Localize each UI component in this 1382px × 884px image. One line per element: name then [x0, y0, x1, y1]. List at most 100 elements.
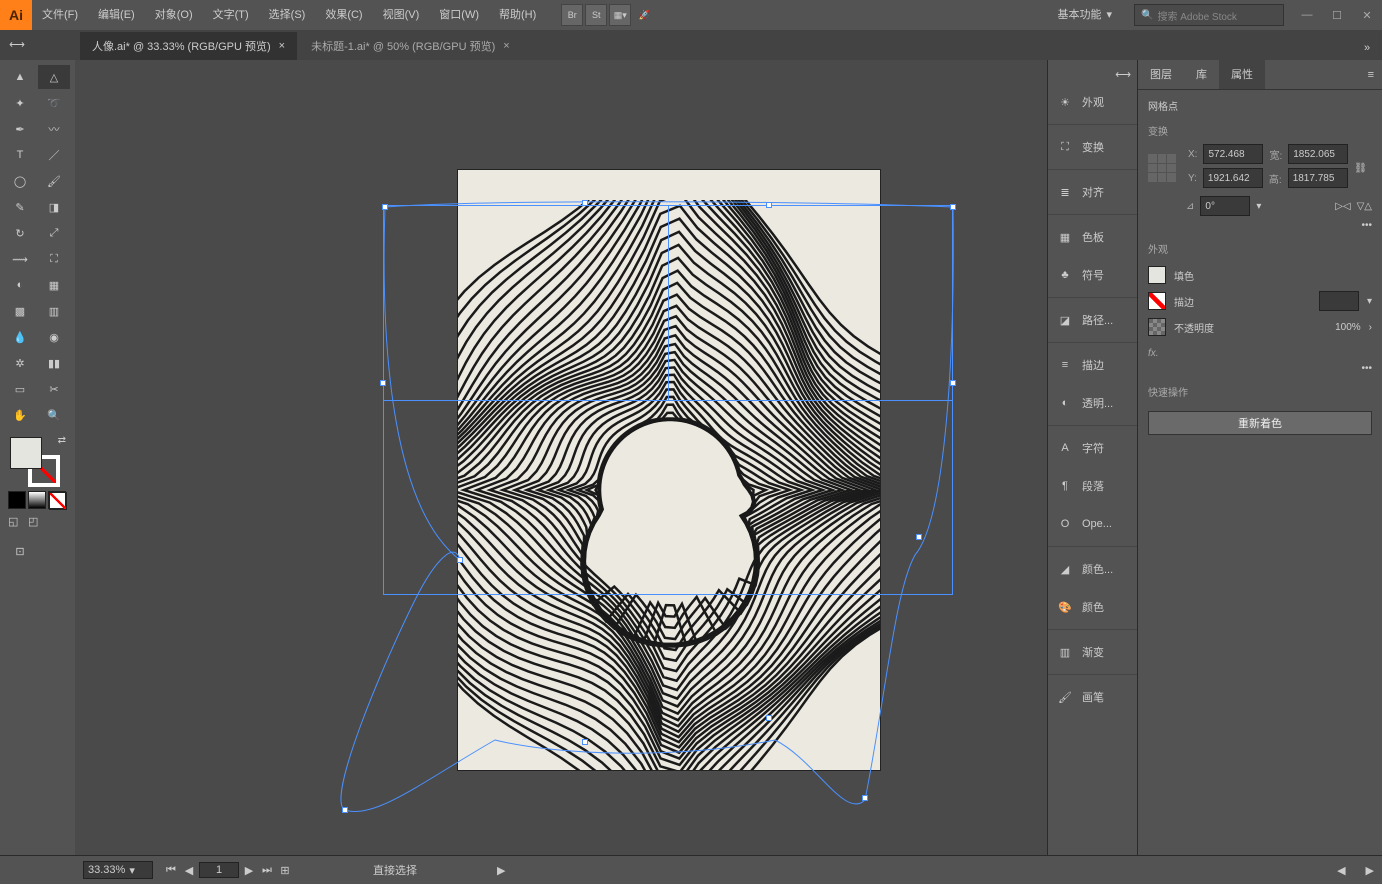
mesh-anchor[interactable]: [382, 204, 388, 210]
selection-tool[interactable]: ▲: [4, 65, 36, 89]
eraser-tool[interactable]: ◨: [38, 195, 70, 219]
workspace-switcher[interactable]: 基本功能 ▾: [1045, 3, 1124, 27]
close-button[interactable]: ✕: [1352, 4, 1382, 26]
magic-wand-tool[interactable]: ✦: [4, 91, 36, 115]
mesh-anchor[interactable]: [457, 557, 463, 563]
tab-close-icon[interactable]: ×: [503, 40, 509, 52]
mesh-anchor[interactable]: [950, 380, 956, 386]
artboard-number[interactable]: 1: [199, 862, 239, 878]
stroke-dropdown-icon[interactable]: ▾: [1367, 296, 1372, 307]
opacity-swatch[interactable]: [1148, 318, 1166, 336]
tab-libraries[interactable]: 库: [1184, 60, 1219, 89]
stroke-swatch[interactable]: [1148, 292, 1166, 310]
rotate-tool[interactable]: ↻: [4, 221, 36, 245]
link-wh-icon[interactable]: ⛓: [1354, 163, 1367, 174]
tab-overflow-icon[interactable]: »: [1352, 36, 1382, 60]
stroke-weight-input[interactable]: [1319, 291, 1359, 311]
fill-stroke-swatch[interactable]: ⇄: [10, 437, 60, 487]
menu-file[interactable]: 文件(F): [32, 0, 88, 30]
canvas[interactable]: [75, 60, 1047, 855]
artboard-nav-icon[interactable]: ⊞: [277, 862, 293, 878]
line-tool[interactable]: ／: [38, 143, 70, 167]
prev-artboard-icon[interactable]: ◀: [181, 862, 197, 878]
curvature-tool[interactable]: 〰: [38, 117, 70, 141]
dock-swatches[interactable]: ▦色板: [1048, 218, 1137, 256]
fill-swatch[interactable]: [1148, 266, 1166, 284]
slice-tool[interactable]: ✂: [38, 377, 70, 401]
draw-normal-icon[interactable]: ◱: [8, 515, 26, 533]
draw-mode-gradient[interactable]: [28, 491, 46, 509]
dock-color-guide[interactable]: ◢颜色...: [1048, 550, 1137, 588]
column-graph-tool[interactable]: ▮▮: [38, 351, 70, 375]
menu-window[interactable]: 窗口(W): [429, 0, 489, 30]
dock-align[interactable]: ≣对齐: [1048, 173, 1137, 211]
mesh-anchor[interactable]: [950, 204, 956, 210]
tab-layers[interactable]: 图层: [1138, 60, 1184, 89]
mesh-anchor[interactable]: [582, 200, 588, 206]
hand-tool[interactable]: ✋: [4, 403, 36, 427]
mesh-anchor[interactable]: [582, 739, 588, 745]
pen-tool[interactable]: ✒: [4, 117, 36, 141]
mesh-anchor[interactable]: [862, 795, 868, 801]
first-artboard-icon[interactable]: ⏮: [163, 862, 179, 878]
artboard-tool[interactable]: ▭: [4, 377, 36, 401]
document-tab-1[interactable]: 人像.ai* @ 33.33% (RGB/GPU 预览) ×: [80, 32, 297, 60]
flip-h-icon[interactable]: ▷◁: [1335, 201, 1350, 212]
shape-builder-tool[interactable]: ◐: [4, 273, 36, 297]
y-input[interactable]: [1203, 168, 1263, 188]
mesh-anchor[interactable]: [342, 807, 348, 813]
scroll-right-icon[interactable]: ▶: [1366, 864, 1374, 877]
arrange-icon[interactable]: ▦▾: [609, 4, 631, 26]
dock-opentype[interactable]: OOpe...: [1048, 505, 1137, 543]
draw-mode-none[interactable]: [48, 491, 66, 509]
dock-transform[interactable]: ⛶变换: [1048, 128, 1137, 166]
x-input[interactable]: [1203, 144, 1263, 164]
dock-pathfinder[interactable]: ◪路径...: [1048, 301, 1137, 339]
recolor-button[interactable]: 重新着色: [1148, 411, 1372, 435]
search-adobe-stock[interactable]: 🔍 搜索 Adobe Stock: [1134, 4, 1284, 26]
dock-symbols[interactable]: ♣符号: [1048, 256, 1137, 294]
zoom-tool[interactable]: 🔍: [38, 403, 70, 427]
panel-toggle-icon[interactable]: ⟷: [6, 33, 28, 55]
lasso-tool[interactable]: ➰: [38, 91, 70, 115]
dock-color[interactable]: 🎨颜色: [1048, 588, 1137, 626]
free-transform-tool[interactable]: ⛶: [38, 247, 70, 271]
mesh-anchor[interactable]: [916, 534, 922, 540]
flip-v-icon[interactable]: ▽△: [1357, 201, 1372, 212]
appearance-more-icon[interactable]: •••: [1148, 363, 1372, 374]
panel-menu-icon[interactable]: ≡: [1360, 60, 1382, 89]
perspective-tool[interactable]: ▦: [38, 273, 70, 297]
menu-help[interactable]: 帮助(H): [489, 0, 546, 30]
gpu-icon[interactable]: 🚀: [633, 4, 655, 26]
menu-view[interactable]: 视图(V): [373, 0, 430, 30]
fill-color[interactable]: [10, 437, 42, 469]
scroll-left-icon[interactable]: ◀: [1337, 864, 1345, 877]
zoom-level-dropdown[interactable]: 33.33%▾: [83, 861, 153, 879]
mesh-tool[interactable]: ▩: [4, 299, 36, 323]
width-tool[interactable]: ⟿: [4, 247, 36, 271]
eyedropper-tool[interactable]: 💧: [4, 325, 36, 349]
last-artboard-icon[interactable]: ⏭: [259, 862, 275, 878]
gradient-tool[interactable]: ▥: [38, 299, 70, 323]
direct-selection-tool[interactable]: △: [38, 65, 70, 89]
draw-behind-icon[interactable]: ◰: [28, 515, 46, 533]
height-input[interactable]: [1288, 168, 1348, 188]
symbol-sprayer-tool[interactable]: ✲: [4, 351, 36, 375]
menu-text[interactable]: 文字(T): [203, 0, 259, 30]
blend-tool[interactable]: ◉: [38, 325, 70, 349]
next-artboard-icon[interactable]: ▶: [241, 862, 257, 878]
dock-appearance[interactable]: ☀外观: [1048, 83, 1137, 121]
ellipse-tool[interactable]: ◯: [4, 169, 36, 193]
swap-fill-stroke-icon[interactable]: ⇄: [58, 435, 66, 446]
dock-transparency[interactable]: ◐透明...: [1048, 384, 1137, 422]
dock-gradient[interactable]: ▥渐变: [1048, 633, 1137, 671]
paintbrush-tool[interactable]: 🖌: [38, 169, 70, 193]
transform-more-icon[interactable]: •••: [1148, 220, 1372, 231]
mesh-anchor[interactable]: [380, 380, 386, 386]
dock-stroke[interactable]: ≡描边: [1048, 346, 1137, 384]
menu-effect[interactable]: 效果(C): [315, 0, 372, 30]
document-tab-2[interactable]: 未标题-1.ai* @ 50% (RGB/GPU 预览) ×: [299, 32, 522, 60]
menu-select[interactable]: 选择(S): [259, 0, 316, 30]
scale-tool[interactable]: ⤢: [38, 221, 70, 245]
angle-dropdown-icon[interactable]: ▾: [1256, 201, 1261, 212]
